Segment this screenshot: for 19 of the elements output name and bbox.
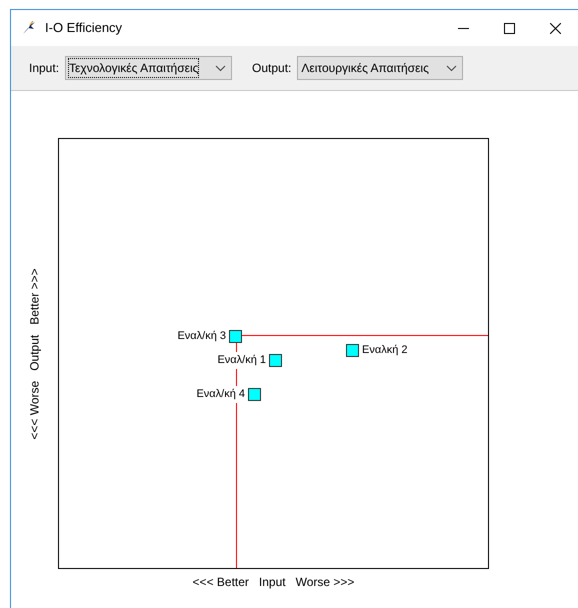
point-label: Εναλ/κή 1	[217, 352, 266, 368]
point-label: Εναλ/κή 3	[177, 328, 226, 344]
data-point	[229, 330, 242, 343]
chevron-down-icon	[446, 64, 458, 72]
point-label: Εναλ/κή 4	[196, 386, 245, 402]
dropdown[interactable]: Λειτουργικές Απαιτήσεις	[297, 56, 464, 80]
point-label: Εναλκή 2	[362, 342, 408, 358]
window-title: I-O Efficiency	[45, 19, 124, 38]
chevron-down-icon	[215, 64, 226, 72]
data-point	[269, 354, 282, 367]
field-label: Output:	[252, 60, 292, 77]
close-icon	[550, 22, 560, 34]
maximize-icon	[504, 22, 514, 34]
data-point	[248, 388, 261, 401]
y-axis-label: <<< Worse Output Better >>>	[26, 268, 42, 440]
x-axis-label: <<< Better Input Worse >>>	[192, 574, 354, 591]
data-point	[346, 344, 359, 357]
dropdown[interactable]: Τεχνολογικές Απαιτήσεις	[65, 56, 232, 80]
field-label: Input:	[29, 60, 60, 77]
